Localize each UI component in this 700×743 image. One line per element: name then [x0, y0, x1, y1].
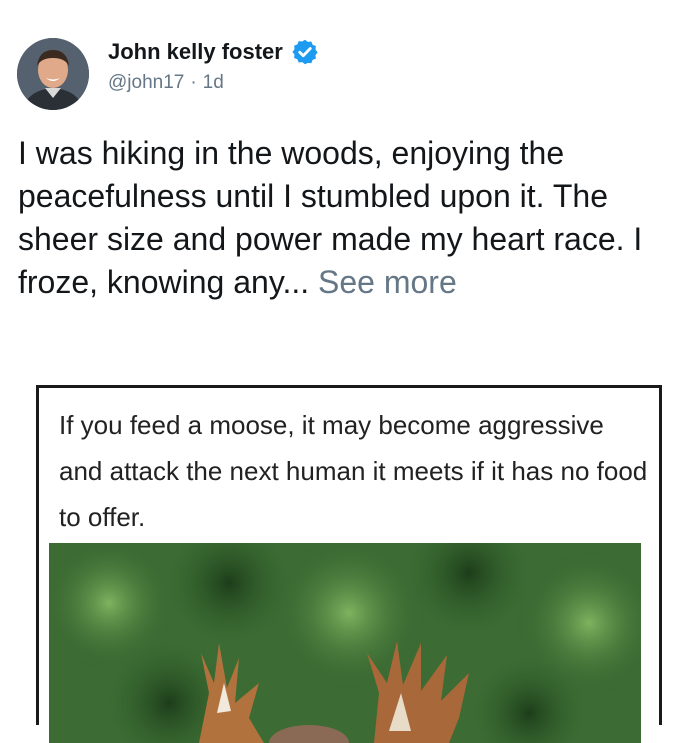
- moose-photo-illustration: [49, 543, 641, 743]
- meta-separator: ·: [190, 72, 197, 93]
- tweet-timestamp[interactable]: 1d: [203, 72, 224, 94]
- avatar[interactable]: [17, 38, 89, 110]
- tweet-media[interactable]: If you feed a moose, it may become aggre…: [36, 385, 662, 743]
- avatar-portrait: [17, 38, 89, 110]
- verified-badge-icon: [292, 39, 318, 65]
- tweet-meta: @john17 · 1d: [108, 72, 224, 94]
- see-more-link[interactable]: See more: [318, 264, 457, 300]
- tweet-body: I was hiking in the woods, enjoying the …: [18, 132, 688, 304]
- author-handle[interactable]: @john17: [108, 72, 184, 94]
- author-name-row[interactable]: John kelly foster: [108, 38, 319, 66]
- moose-photo: [49, 543, 641, 743]
- author-display-name[interactable]: John kelly foster: [108, 39, 283, 65]
- media-caption: If you feed a moose, it may become aggre…: [59, 410, 648, 532]
